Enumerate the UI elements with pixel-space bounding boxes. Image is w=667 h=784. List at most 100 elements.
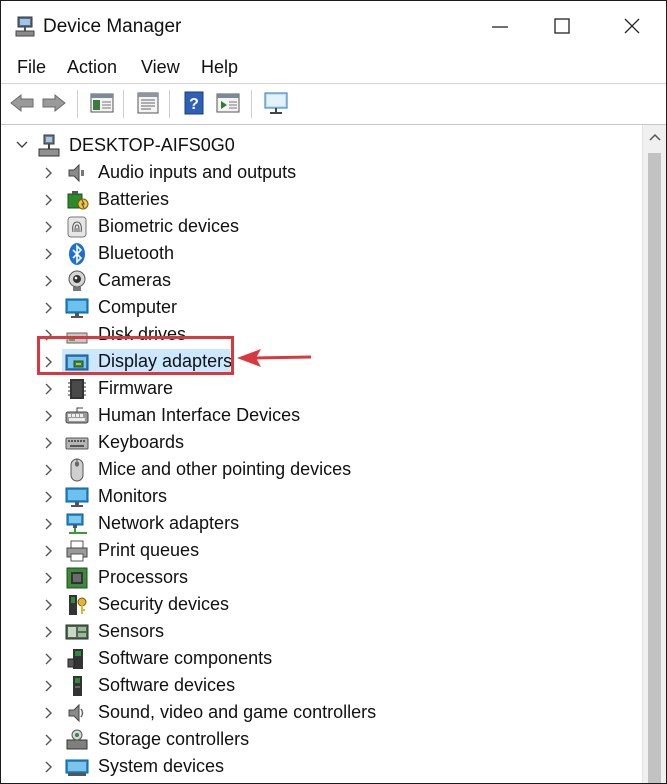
chevron-up-icon [649,133,661,141]
computer-icon [65,296,89,320]
highlight-box [37,336,234,375]
show-hide-console-tree-icon[interactable] [89,90,115,116]
tree-item-label: Sound, video and game controllers [98,702,377,722]
tree-item-cameras[interactable]: Cameras [1,267,642,294]
close-icon [624,18,640,34]
back-icon[interactable] [9,90,35,116]
chevron-right-icon[interactable] [41,726,59,753]
chevron-right-icon[interactable] [41,672,59,699]
tree-item-software-components[interactable]: Software components [1,645,642,672]
chevron-right-icon[interactable] [41,510,59,537]
speaker-icon [65,161,89,185]
printer-icon [65,539,89,563]
menu-view[interactable]: View [141,57,180,78]
tree-item-system-devices[interactable]: System devices [1,753,642,780]
minimize-button[interactable] [467,1,533,51]
software-device-icon [65,674,89,698]
tree-item-firmware[interactable]: Firmware [1,375,642,402]
chevron-right-icon[interactable] [41,267,59,294]
toolbar-separator [169,90,170,118]
tree-item-label: Sensors [98,621,165,641]
help-icon[interactable]: ? [181,90,207,116]
scan-hardware-icon[interactable] [263,90,289,116]
tree-item-label: Audio inputs and outputs [98,162,297,182]
sound-icon [65,701,89,725]
tree-item-label: Cameras [98,270,172,290]
tree-item-software-devices[interactable]: Software devices [1,672,642,699]
chevron-down-icon[interactable] [13,132,31,159]
tree-item-computer[interactable]: Computer [1,294,642,321]
menu-help[interactable]: Help [201,57,238,78]
chevron-right-icon[interactable] [41,429,59,456]
tree-item-storage-controllers[interactable]: Storage controllers [1,726,642,753]
tree-item-label: Network adapters [98,513,240,533]
computer-root-icon [37,134,61,158]
chevron-right-icon[interactable] [41,645,59,672]
properties-icon[interactable] [135,90,161,116]
storage-icon [65,728,89,752]
tree-item-label: Batteries [98,189,170,209]
tree-item-label: Mice and other pointing devices [98,459,352,479]
tree-item-batteries[interactable]: Batteries [1,186,642,213]
chevron-right-icon[interactable] [41,618,59,645]
sensor-icon [65,620,89,644]
chevron-right-icon[interactable] [41,591,59,618]
maximize-icon [554,18,570,34]
maximize-button[interactable] [529,1,595,51]
fingerprint-icon [65,215,89,239]
camera-icon [65,269,89,293]
vertical-scrollbar[interactable] [642,125,666,783]
forward-icon[interactable] [41,90,67,116]
chevron-right-icon[interactable] [41,186,59,213]
chevron-right-icon[interactable] [41,753,59,780]
tree-item-bluetooth[interactable]: Bluetooth [1,240,642,267]
tree-item-label: Firmware [98,378,173,398]
chevron-right-icon[interactable] [41,483,59,510]
menu-file[interactable]: File [17,57,46,78]
tree-item-security-devices[interactable]: Security devices [1,591,642,618]
chevron-right-icon[interactable] [41,213,59,240]
system-icon [65,755,89,779]
chevron-right-icon[interactable] [41,537,59,564]
tree-item-label: Computer [98,297,178,317]
tree-root-label: DESKTOP-AIFS0G0 [69,135,235,155]
tree-item-monitors[interactable]: Monitors [1,483,642,510]
device-manager-window: Device Manager File Action View Help ? D… [0,0,667,784]
scroll-up-button[interactable] [643,125,666,147]
tree-item-label: Monitors [98,486,168,506]
tree-item-processors[interactable]: Processors [1,564,642,591]
chevron-right-icon[interactable] [41,456,59,483]
chevron-right-icon[interactable] [41,402,59,429]
chevron-right-icon[interactable] [41,564,59,591]
chevron-right-icon[interactable] [41,159,59,186]
close-button[interactable] [599,1,665,51]
tree-item-audio-inputs-and-outputs[interactable]: Audio inputs and outputs [1,159,642,186]
annotation-arrow-icon [237,349,312,367]
svg-text:?: ? [189,96,199,113]
tree-item-print-queues[interactable]: Print queues [1,537,642,564]
tree-item-label: Biometric devices [98,216,240,236]
tree-item-keyboards[interactable]: Keyboards [1,429,642,456]
menu-action[interactable]: Action [67,57,117,78]
menu-bar: File Action View Help [1,51,666,84]
hid-icon [65,404,89,428]
tree-item-biometric-devices[interactable]: Biometric devices [1,213,642,240]
tree-item-mice-and-other-pointing-devices[interactable]: Mice and other pointing devices [1,456,642,483]
scroll-thumb[interactable] [648,153,661,783]
chevron-right-icon[interactable] [41,699,59,726]
tree-item-label: Print queues [98,540,200,560]
chevron-right-icon[interactable] [41,240,59,267]
chevron-right-icon[interactable] [41,375,59,402]
tree-item-sound-video-and-game-controllers[interactable]: Sound, video and game controllers [1,699,642,726]
tree-item-label: Processors [98,567,189,587]
title-bar[interactable]: Device Manager [1,1,666,51]
tree-item-sensors[interactable]: Sensors [1,618,642,645]
chevron-right-icon[interactable] [41,294,59,321]
mouse-icon [65,458,89,482]
tree-root[interactable]: DESKTOP-AIFS0G0 [1,132,642,159]
tree-item-human-interface-devices[interactable]: Human Interface Devices [1,402,642,429]
tree-item-network-adapters[interactable]: Network adapters [1,510,642,537]
processor-icon [65,566,89,590]
toolbar-separator [77,90,78,118]
run-icon[interactable] [215,90,241,116]
